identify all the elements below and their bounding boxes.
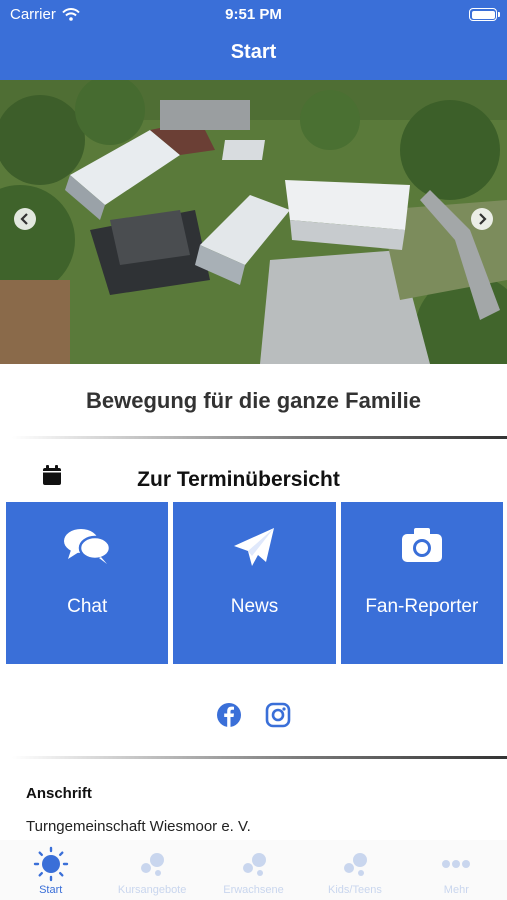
tab-kids-teens[interactable]: Kids/Teens xyxy=(304,840,405,900)
clock: 9:51 PM xyxy=(225,6,282,23)
appointments-label: Zur Terminübersicht xyxy=(137,468,340,491)
section-divider xyxy=(12,756,507,759)
instagram-icon[interactable] xyxy=(265,702,291,728)
bubbles-icon xyxy=(343,853,367,876)
chat-tile[interactable]: Chat xyxy=(6,502,169,664)
paper-plane-icon xyxy=(234,528,275,566)
tab-label: Kursangebote xyxy=(117,884,187,896)
social-links xyxy=(0,702,507,732)
tab-kursangebote[interactable]: Kursangebote xyxy=(101,840,202,900)
bubbles-icon xyxy=(242,853,266,876)
camera-icon xyxy=(401,528,442,562)
chat-label: Chat xyxy=(67,596,108,617)
tab-mehr[interactable]: Mehr xyxy=(406,840,507,900)
carousel-next-button[interactable] xyxy=(471,208,493,230)
tab-erwachsene[interactable]: Erwachsene xyxy=(203,840,304,900)
fan-reporter-tile[interactable]: Fan-Reporter xyxy=(340,502,503,664)
tagline-heading: Bewegung für die ganze Familie xyxy=(86,388,421,413)
feature-tiles: Chat News Fan-Reporter xyxy=(6,502,503,664)
news-tile[interactable]: News xyxy=(173,502,336,664)
tab-bar: Start Kursangebote Erwachsene Kids/Teens… xyxy=(0,840,507,900)
tab-label: Mehr xyxy=(443,884,469,896)
chat-icon xyxy=(64,529,112,564)
aerial-sports-center-photo xyxy=(0,80,507,364)
news-label: News xyxy=(230,596,279,617)
address-heading: Anschrift xyxy=(26,785,92,802)
section-divider xyxy=(12,436,507,439)
tab-label: Start xyxy=(39,884,63,896)
bubbles-icon xyxy=(141,853,165,876)
hero-carousel[interactable] xyxy=(0,80,507,364)
facebook-icon[interactable] xyxy=(216,702,242,728)
tab-label: Erwachsene xyxy=(223,884,284,896)
carousel-prev-button[interactable] xyxy=(14,208,36,230)
more-icon xyxy=(442,860,471,868)
battery-level xyxy=(471,10,495,19)
appointments-link[interactable]: Zur Terminübersicht xyxy=(0,458,507,502)
status-bar: Carrier 9:51 PM xyxy=(0,0,507,30)
nav-bar: Start xyxy=(0,30,507,80)
tab-start[interactable]: Start xyxy=(0,840,101,900)
sun-icon xyxy=(33,846,68,882)
page-title: Start xyxy=(230,41,277,63)
address-line: Turngemeinschaft Wiesmoor e. V. xyxy=(26,818,251,835)
chevron-left-icon xyxy=(20,213,28,225)
battery-icon xyxy=(469,8,500,21)
chevron-right-icon xyxy=(479,213,487,225)
fan-reporter-label: Fan-Reporter xyxy=(365,596,479,617)
tab-label: Kids/Teens xyxy=(328,884,382,896)
